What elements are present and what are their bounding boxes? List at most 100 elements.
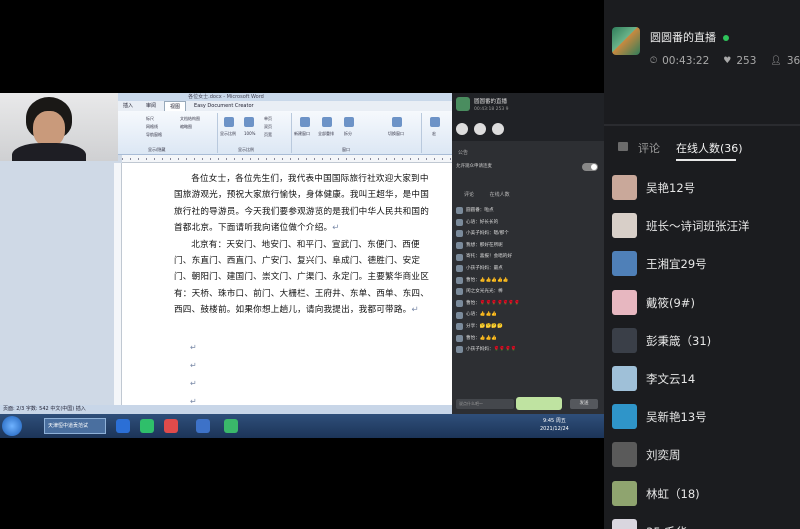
- commenter-avatar: [456, 242, 463, 250]
- ribbon-tab[interactable]: 审阅: [141, 101, 161, 111]
- member-avatar: [612, 289, 637, 315]
- macro-icon[interactable]: [430, 117, 440, 127]
- split-icon[interactable]: [344, 117, 354, 127]
- document-gutter: [0, 155, 122, 405]
- commenter-avatar: [456, 253, 463, 261]
- chat-message-text: 心语：👍👍👍: [466, 312, 497, 318]
- start-button-icon[interactable]: [2, 416, 22, 436]
- announcement-label: 公告: [458, 150, 469, 156]
- empty-paragraph-marks: ↵ ↵ ↵ ↵: [190, 343, 197, 406]
- ribbon-tab[interactable]: Easy Document Creator: [189, 101, 259, 111]
- chat-message: 小孩子妈妈：最点: [456, 263, 600, 275]
- ribbon-tab[interactable]: 插入: [118, 101, 138, 111]
- chat-input[interactable]: 说点什么吧～: [456, 399, 514, 409]
- ribbon-tab-active[interactable]: 视图: [164, 101, 187, 111]
- chat-message: 心语：👍👍👍: [456, 309, 600, 321]
- app-icon[interactable]: [164, 419, 178, 433]
- arrange-icon[interactable]: [322, 117, 332, 127]
- heart-icon: ♥: [723, 56, 732, 66]
- media-icon[interactable]: [140, 419, 154, 433]
- chat-message-text: 闲之女光光光：棒: [466, 289, 503, 295]
- new-window-icon[interactable]: [300, 117, 310, 127]
- taskbar-clock[interactable]: 9:45 周五 2021/12/24: [540, 417, 569, 433]
- commenter-avatar: [456, 311, 463, 319]
- chat-message: 曹怡：🌹🌹🌹🌹🌹🌹🌹: [456, 298, 600, 310]
- ribbon-button-label: 拆分: [344, 131, 352, 136]
- switch-window-icon[interactable]: [392, 117, 402, 127]
- word-icon[interactable]: [196, 419, 210, 433]
- member-name: 35 毛华: [646, 524, 687, 529]
- zoom-100-icon[interactable]: [244, 117, 254, 127]
- live-room-panel: 圆圆番的直播 🕒︎ 00:43:22 ♥ 253 👤︎ 36 评论 在线人数(3…: [604, 0, 800, 529]
- wechat-icon[interactable]: [224, 419, 238, 433]
- mic-request-label: 允许观众申请连麦: [456, 164, 492, 169]
- commenter-avatar: [456, 334, 463, 342]
- member-name: 吴艳12号: [646, 181, 696, 195]
- member-row[interactable]: 林虹（18): [604, 476, 800, 514]
- ribbon-checkbox[interactable]: 缩略图: [180, 124, 192, 130]
- member-row[interactable]: 吴新艳13号: [604, 399, 800, 437]
- member-avatar: [612, 480, 637, 506]
- commenter-avatar: [456, 300, 463, 308]
- host-avatar: [456, 97, 470, 111]
- browser-icon[interactable]: [116, 419, 130, 433]
- chat-message-list: 圆圆番：啦点 心语：好长长的 小美子妈妈：嗯/那个 我想：那好在所呢 寄托：喜报！会唱的…: [456, 205, 600, 356]
- send-button[interactable]: 发送: [570, 399, 598, 409]
- commenter-avatar: [456, 276, 463, 284]
- ribbon-button-label[interactable]: 双页: [264, 124, 272, 130]
- member-row[interactable]: 吴艳12号: [604, 170, 800, 208]
- member-name: 王湘宜29号: [646, 257, 707, 272]
- tab-comments[interactable]: 评论: [638, 140, 660, 156]
- ribbon-checkbox[interactable]: 导航窗格: [146, 132, 162, 138]
- chat-message: 曹怡：👍👍👍👍👍: [456, 275, 600, 287]
- member-row[interactable]: 35 毛华: [604, 514, 800, 529]
- tab-online-count[interactable]: 在线人数(36): [676, 140, 743, 156]
- member-row[interactable]: 彭秉箴（31): [604, 323, 800, 361]
- chat-tab-comments[interactable]: 评论: [464, 192, 474, 198]
- member-row[interactable]: 李文云14: [604, 361, 800, 399]
- member-row[interactable]: 王湘宜29号: [604, 246, 800, 284]
- zoom-icon[interactable]: [224, 117, 234, 127]
- ribbon-button-label[interactable]: 页宽: [264, 132, 272, 138]
- horizontal-ruler[interactable]: [122, 155, 452, 163]
- active-tab-indicator: [676, 159, 736, 161]
- viewers-stat: 👤︎ 36: [770, 55, 800, 67]
- chat-message-text: 心语：好长长的: [466, 219, 499, 225]
- ribbon-group-window: 新建窗口 全部重排 拆分 切换窗口 窗口: [292, 113, 422, 153]
- doc-paragraph-2: 北京有：天安门、地安门、和平门、宣武门、东便门、西便门、东直门、西直门、广安门、…: [174, 239, 430, 316]
- taskbar-item[interactable]: 天津恒中道贡范试: [44, 418, 106, 434]
- ribbon-button-label: 切换窗口: [388, 131, 404, 136]
- ribbon-group-show: 标尺 网格线 导航窗格 文档结构图 缩略图 显示/隐藏: [118, 113, 218, 153]
- ribbon-group-zoom: 显示比例 100% 单页 双页 页宽 显示比例: [218, 113, 292, 153]
- comment-icon: [618, 142, 628, 151]
- member-avatar: [612, 518, 637, 529]
- document-body[interactable]: 各位女士，各位先生们，我代表中国国际旅行社欢迎大家到中国旅游观光，预祝大家旅行愉…: [174, 171, 432, 319]
- chat-tab-online[interactable]: 在线人数: [490, 192, 510, 198]
- divider: [604, 124, 800, 126]
- member-row[interactable]: 戴筱(9#): [604, 285, 800, 323]
- member-row[interactable]: 班长～诗词班张汪洋: [604, 208, 800, 246]
- camera-icon[interactable]: [456, 123, 468, 135]
- chat-message-text: 曹怡：👍👍👍👍👍: [466, 277, 509, 283]
- chat-message: 小孩子妈妈：🌹🌹🌹🌹: [456, 344, 600, 356]
- play-icon[interactable]: [474, 123, 486, 135]
- member-avatar: [612, 251, 637, 277]
- ribbon-group-label: 显示比例: [238, 147, 254, 152]
- vertical-ruler[interactable]: [114, 163, 122, 405]
- chat-message: 圆圆番：啦点: [456, 205, 600, 217]
- ribbon-checkbox[interactable]: 文档结构图: [180, 116, 200, 122]
- chat-message-text: 小孩子妈妈：最点: [466, 265, 503, 271]
- stop-icon[interactable]: [492, 123, 504, 135]
- chat-message-text: 小孩子妈妈：🌹🌹🌹🌹: [466, 347, 517, 353]
- ribbon-checkbox[interactable]: 标尺: [146, 116, 154, 122]
- chat-message-text: 圆圆番：啦点: [466, 208, 494, 213]
- chat-message: 我想：那好在所呢: [456, 240, 600, 252]
- document-page[interactable]: 各位女士，各位先生们，我代表中国国际旅行社欢迎大家到中国旅游观光，预祝大家旅行愉…: [122, 163, 452, 406]
- ribbon-checkbox[interactable]: 网格线: [146, 124, 158, 130]
- shared-live-chat-panel: 圆圆番的直播 00:43:18 253 9 公告 允许观众申请连麦 评论 在线人…: [452, 93, 604, 414]
- commenter-avatar: [456, 323, 463, 331]
- ribbon-button-label[interactable]: 单页: [264, 116, 272, 122]
- mic-request-toggle[interactable]: [582, 163, 598, 171]
- windows-taskbar: 天津恒中道贡范试 9:45 周五 2021/12/24: [0, 414, 604, 438]
- member-row[interactable]: 刘奕周: [604, 437, 800, 475]
